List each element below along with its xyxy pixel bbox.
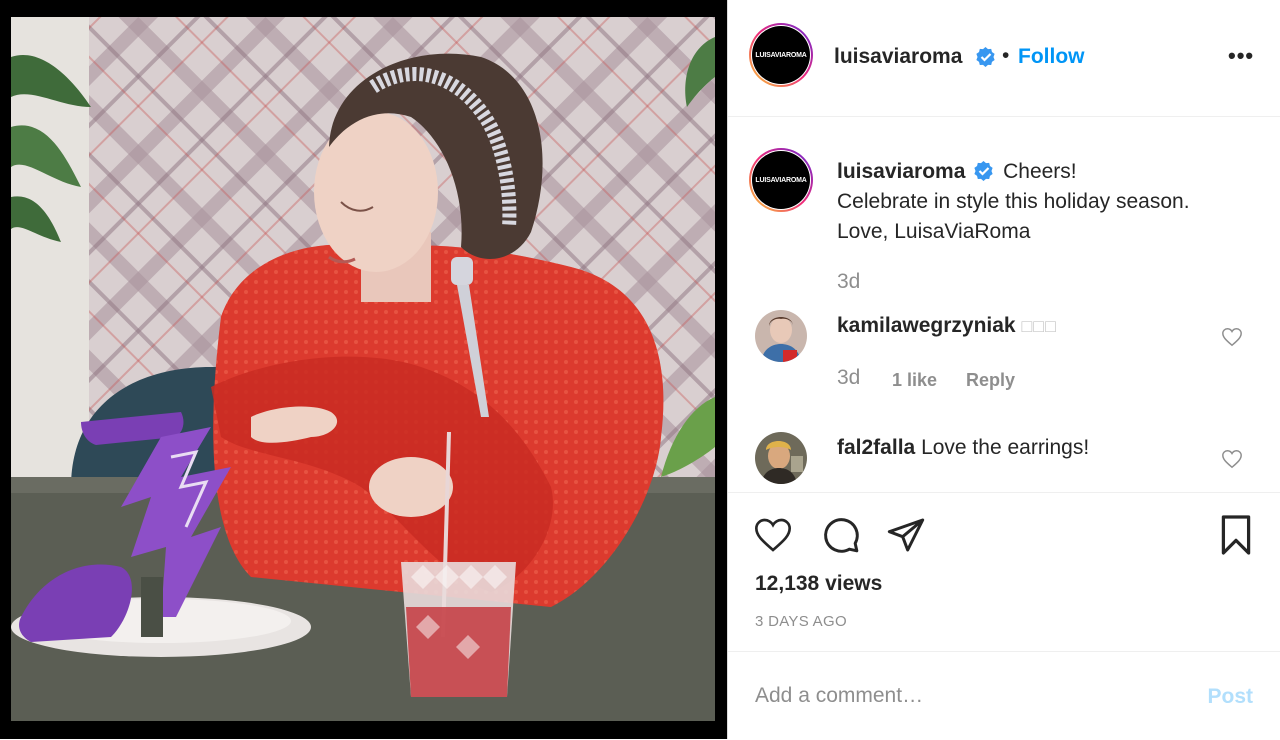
bookmark-icon[interactable] [1218,513,1254,557]
add-comment-input[interactable] [755,684,1175,708]
heart-icon[interactable] [753,515,793,555]
comment-1-username[interactable]: kamilawegrzyniak [837,314,1016,337]
verified-badge-icon [976,47,995,67]
post-date: 3 DAYS AGO [755,613,847,630]
post-header: LUISAVIAROMA luisaviaroma • Follow ••• [728,0,1280,117]
caption-line-2: Celebrate in style this holiday season. [837,190,1190,213]
comments-section: LUISAVIAROMA luisaviaroma Cheers! Celebr… [728,117,1280,492]
views-count[interactable]: 12,138 views [755,572,882,596]
more-options-icon[interactable]: ••• [1228,43,1254,69]
comment-icon[interactable] [821,515,861,555]
add-comment-bar: Post [728,651,1280,740]
caption-timestamp[interactable]: 3d [837,270,860,294]
comment-1-likes[interactable]: 1 like [892,370,937,391]
caption-username[interactable]: luisaviaroma [837,160,965,183]
caption-line-3: Love, LuisaViaRoma [837,220,1031,243]
header-separator-dot: • [1002,44,1010,67]
post-actions: 12,138 views 3 DAYS AGO [728,492,1280,653]
commenter-avatar[interactable] [755,310,807,362]
post-side-panel: LUISAVIAROMA luisaviaroma • Follow ••• L… [727,0,1280,739]
comment-2-body: Love the earrings! [921,436,1090,459]
avatar-logo: LUISAVIAROMA [752,151,810,209]
profile-avatar[interactable]: LUISAVIAROMA [749,23,813,87]
post-comment-button[interactable]: Post [1207,685,1253,709]
comment-1-like-heart-icon[interactable] [1221,326,1243,348]
media-pane [0,0,727,739]
header-username[interactable]: luisaviaroma [834,45,962,69]
caption-avatar[interactable]: LUISAVIAROMA [749,148,813,212]
avatar-logo: LUISAVIAROMA [752,26,810,84]
comment-1-text: kamilawegrzyniak □□□ [837,314,1057,338]
comment-2-like-heart-icon[interactable] [1221,448,1243,470]
caption-line-1: Cheers! [1003,160,1077,183]
comment-1-timestamp[interactable]: 3d [837,366,860,390]
comment-1-reply-button[interactable]: Reply [966,370,1015,391]
commenter-avatar[interactable] [755,432,807,484]
post-photo-illustration [11,17,715,721]
comment-1-body: □□□ [1021,316,1058,336]
commenter-avatar-image [755,310,807,362]
follow-button[interactable]: Follow [1018,45,1085,69]
comment-2-username[interactable]: fal2falla [837,436,915,459]
post-photo[interactable] [11,17,715,721]
share-icon[interactable] [886,515,926,555]
caption-text: luisaviaroma Cheers! Celebrate in style … [837,157,1257,247]
comment-2-text: fal2falla Love the earrings! [837,436,1089,460]
verified-badge-icon [974,161,993,181]
commenter-avatar-image [755,432,807,484]
